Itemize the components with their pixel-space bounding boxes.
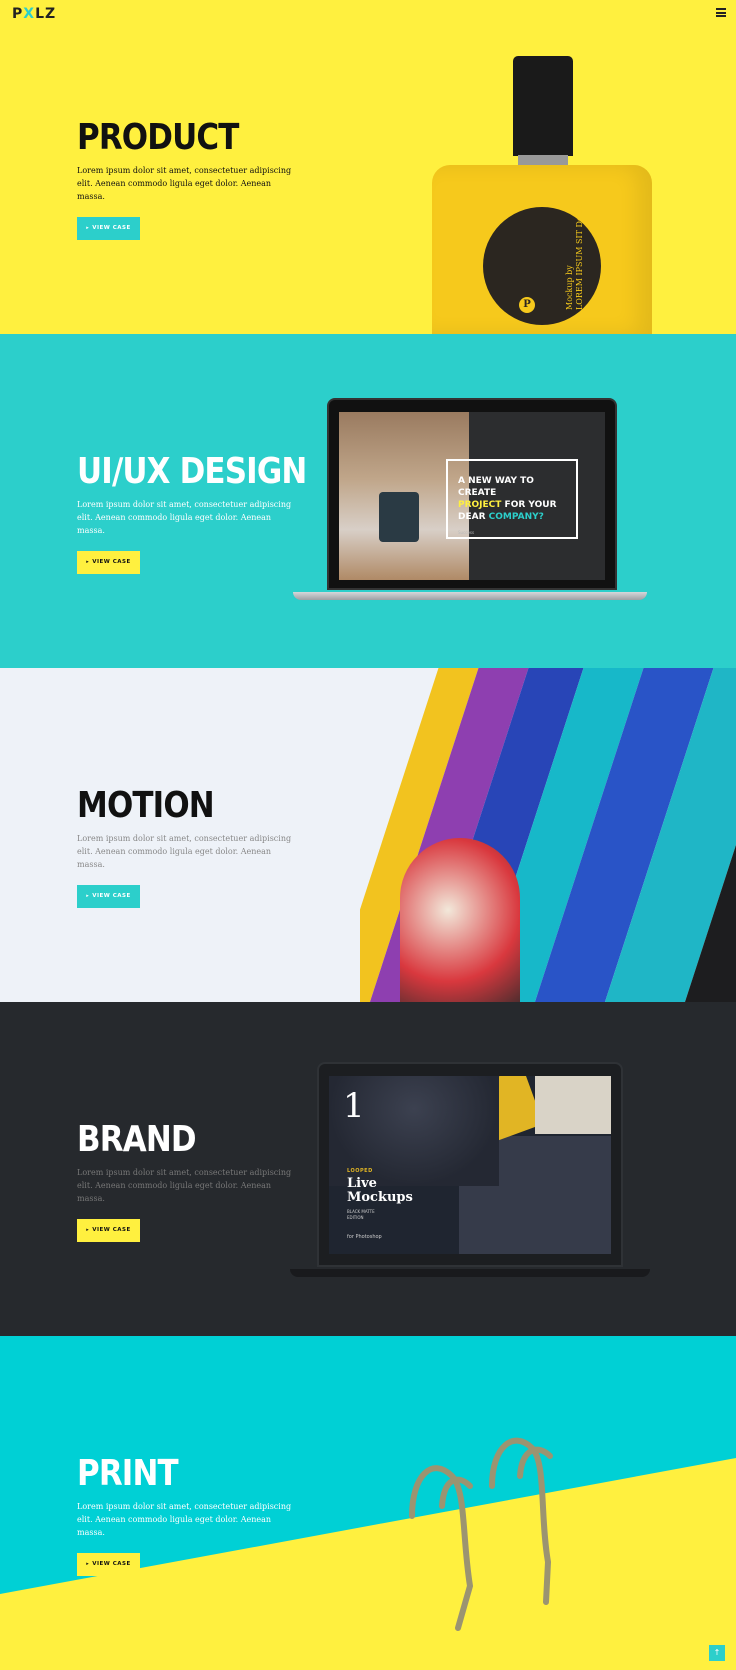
site-header: PXLZ [0,0,736,28]
section-description: Lorem ipsum dolor sit amet, consectetuer… [77,1168,292,1203]
live-mockups-title: Live Mockups [347,1176,413,1205]
laptop-base [290,1269,650,1277]
bottle-label-line2: LOREM IPSUM SIT Dolor [575,205,584,310]
laptop-screen: 1 LOOPED Live Mockups BLACK MATTE EDITIO… [329,1076,611,1254]
view-case-button[interactable]: ▸ VIEW CASE [77,1219,140,1242]
section-title: PRINT [77,1453,179,1494]
balloon-image [360,668,736,1002]
section-product: PRODUCT Lorem ipsum dolor sit amet, cons… [0,0,736,334]
logo-accent: X [23,6,36,22]
section-uiux: UI/UX DESIGN Lorem ipsum dolor sit amet,… [0,334,736,668]
logo-suffix: LZ [35,6,57,22]
arrow-up-icon[interactable]: ↑ [709,1645,725,1661]
section-title: UI/UX DESIGN [77,451,307,492]
pillow-white [535,1076,611,1134]
bottle-label-line1: Mockup by [565,265,574,310]
site-logo[interactable]: PXLZ [12,6,56,22]
bottle-label-text: Mockup by LOREM IPSUM SIT Dolor [565,205,585,310]
bottle-badge: P [519,297,535,313]
section-title: BRAND [77,1119,197,1160]
view-case-button[interactable]: ▸ VIEW CASE [77,551,140,574]
looped-label: LOOPED [347,1168,373,1174]
section-print: PRINT Lorem ipsum dolor sit amet, consec… [0,1336,736,1670]
section-content: PRINT Lorem ipsum dolor sit amet, consec… [77,1454,297,1576]
section-description: Lorem ipsum dolor sit amet, consectetuer… [77,1502,292,1537]
section-motion: MOTION Lorem ipsum dolor sit amet, conse… [0,668,736,1002]
big-number: 1 [343,1086,365,1126]
section-content: MOTION Lorem ipsum dolor sit amet, conse… [77,786,297,908]
view-case-button[interactable]: ▸ VIEW CASE [77,1553,140,1576]
section-title: MOTION [77,785,215,826]
pitch-small: Success [458,530,475,535]
section-description: Lorem ipsum dolor sit amet, consectetuer… [77,500,292,535]
laptop-screen: A NEW WAY TO CREATE PROJECT FOR YOUR DEA… [339,412,605,580]
view-case-label: VIEW CASE [92,893,131,899]
laptop-base [293,592,647,600]
section-title: PRODUCT [77,117,239,158]
arrow-icon: ▸ [86,1561,90,1567]
pitch-line3: DEAR COMPANY? [458,512,544,522]
laptop-mockup: A NEW WAY TO CREATE PROJECT FOR YOUR DEA… [327,398,617,590]
view-case-label: VIEW CASE [92,1561,131,1567]
logo-prefix: P [12,6,24,22]
edition-label: BLACK MATTE EDITION [347,1209,375,1220]
balloon-fold [400,838,520,1002]
laptop-mockup: 1 LOOPED Live Mockups BLACK MATTE EDITIO… [317,1062,623,1267]
arrow-icon: ▸ [86,893,90,899]
for-photoshop-label: for Photoshop [347,1234,382,1240]
arrow-icon: ▸ [86,1227,90,1233]
pitch-line1: A NEW WAY TO CREATE [458,476,534,498]
section-description: Lorem ipsum dolor sit amet, consectetuer… [77,834,292,869]
view-case-button[interactable]: ▸ VIEW CASE [77,885,140,908]
view-case-label: VIEW CASE [92,225,131,231]
section-content: UI/UX DESIGN Lorem ipsum dolor sit amet,… [77,452,344,574]
view-case-label: VIEW CASE [92,1227,131,1233]
hamburger-icon[interactable] [716,8,726,17]
pitch-box: A NEW WAY TO CREATE PROJECT FOR YOUR DEA… [446,459,578,539]
section-description: Lorem ipsum dolor sit amet, consectetuer… [77,166,292,201]
section-content: BRAND Lorem ipsum dolor sit amet, consec… [77,1120,297,1242]
section-content: PRODUCT Lorem ipsum dolor sit amet, cons… [77,118,297,240]
pitch-line2: PROJECT FOR YOUR [458,500,557,510]
bottle-cap [513,56,573,156]
arrow-icon: ▸ [86,559,90,565]
arrow-icon: ▸ [86,225,90,231]
view-case-button[interactable]: ▸ VIEW CASE [77,217,140,240]
view-case-label: VIEW CASE [92,559,131,565]
section-brand: BRAND Lorem ipsum dolor sit amet, consec… [0,1002,736,1336]
